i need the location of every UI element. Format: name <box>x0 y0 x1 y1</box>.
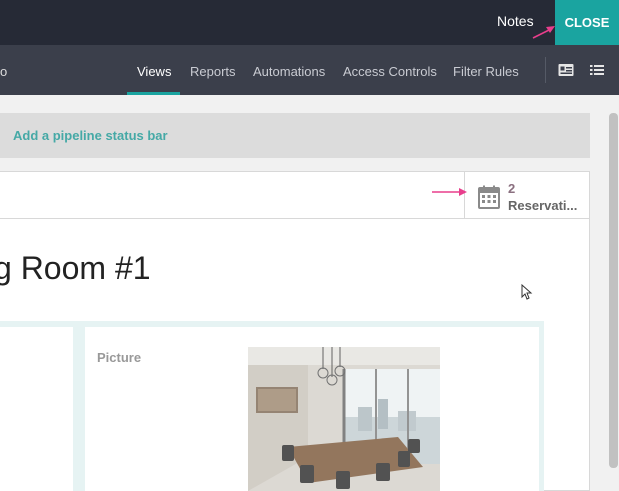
annotation-arrow-close <box>532 26 555 39</box>
tab-filter-rules[interactable]: Filter Rules <box>453 64 519 79</box>
add-pipeline-link[interactable]: Add a pipeline status bar <box>13 128 168 143</box>
record-title[interactable]: g Room #1 <box>0 250 151 287</box>
reservations-label: Reservati... <box>508 198 578 213</box>
divider <box>545 57 546 83</box>
tab-automations[interactable]: Automations <box>253 64 325 79</box>
list-view-icon[interactable] <box>589 63 605 77</box>
notes-button[interactable]: Notes <box>497 13 534 29</box>
picture-field-label: Picture <box>97 350 142 365</box>
tab-access-controls[interactable]: Access Controls <box>343 64 437 79</box>
field-group-left[interactable] <box>0 327 73 491</box>
reservations-smart-button[interactable]: 2 Reservati... <box>464 172 590 218</box>
form-view-icon[interactable] <box>558 63 574 77</box>
studio-menu-bar: o Views Reports Automations Access Contr… <box>0 45 619 95</box>
scrollbar[interactable] <box>608 95 619 491</box>
close-button[interactable]: CLOSE <box>555 0 619 45</box>
reservations-count: 2 <box>508 181 516 196</box>
meeting-room-photo[interactable] <box>248 347 440 491</box>
top-bar: Notes CLOSE <box>0 0 619 45</box>
annotation-arrow-reservations <box>432 188 467 196</box>
pipeline-status-bar-placeholder[interactable]: Add a pipeline status bar <box>0 113 590 158</box>
tab-views[interactable]: Views <box>137 64 171 79</box>
breadcrumb[interactable]: o <box>0 64 7 79</box>
calendar-icon <box>478 185 500 209</box>
mouse-cursor-icon <box>521 284 533 300</box>
tab-reports[interactable]: Reports <box>190 64 236 79</box>
scrollbar-thumb[interactable] <box>609 113 618 468</box>
